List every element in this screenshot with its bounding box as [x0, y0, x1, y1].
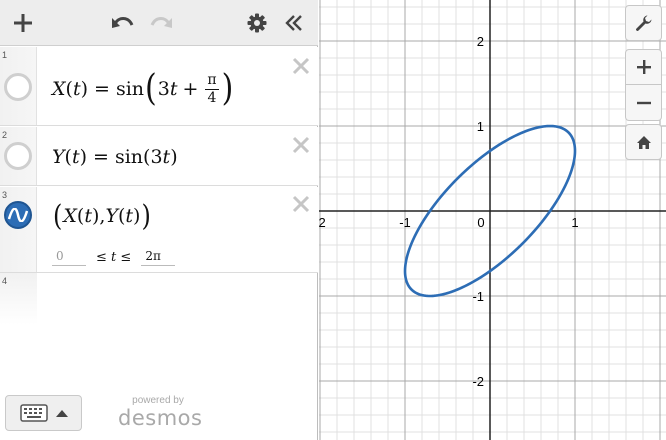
sin-function: sin: [114, 146, 144, 168]
expression-math-2[interactable]: Y(t) = sin(3 t): [52, 143, 178, 171]
double-chevron-left-icon: [285, 15, 302, 31]
wave-icon: [8, 208, 28, 222]
plus-icon: [14, 14, 32, 32]
function-variable: t: [72, 78, 81, 100]
desmos-branding[interactable]: powered by desmos: [118, 395, 203, 430]
y-tick-label: 2: [477, 34, 484, 49]
expression-math-1[interactable]: X(t) = sin ( 3t + π 4 ): [52, 69, 234, 109]
expression-gutter: 4: [0, 273, 37, 325]
variable: t: [84, 205, 92, 227]
caret-up-icon: [55, 410, 68, 417]
minus-icon: [636, 101, 651, 104]
expression-toolbar: [0, 0, 318, 46]
expression-row-3[interactable]: 3 ( X(t), Y(t) ) 0 ≤ t ≤ 2π: [0, 187, 318, 273]
expression-row-2[interactable]: 2 Y(t) = sin(3 t): [0, 127, 318, 186]
graph-settings-button[interactable]: [625, 5, 662, 41]
plus-sign: +: [182, 78, 199, 100]
redo-icon: [150, 17, 172, 28]
expression-gutter: 2: [0, 127, 37, 185]
wrench-icon: [635, 15, 651, 31]
plus-icon: [636, 60, 651, 74]
expression-gutter: 1: [0, 47, 37, 125]
y-function-name: Y: [105, 205, 118, 227]
domain-inequality: ≤ t ≤: [96, 250, 132, 265]
home-icon: [636, 135, 651, 149]
graph-canvas[interactable]: -2 -1 0 1 2 1 -1 -2: [319, 0, 666, 440]
expression-row-4[interactable]: 4: [0, 273, 318, 325]
powered-by-text: powered by: [132, 395, 184, 406]
coefficient: 3: [157, 78, 170, 100]
x-tick-label: -1: [399, 215, 411, 230]
y-tick-label: -1: [472, 289, 484, 304]
coefficient: 3: [150, 146, 163, 168]
y-tick-label: -2: [472, 374, 484, 389]
gear-icon: [247, 13, 267, 33]
undo-button[interactable]: [108, 0, 138, 46]
keyboard-icon: [19, 404, 48, 422]
domain-min-input[interactable]: 0: [52, 249, 86, 266]
redo-button[interactable]: [146, 0, 176, 46]
expression-gutter: 3: [0, 187, 37, 272]
variable: t: [169, 78, 178, 100]
minor-gridlines: [319, 0, 666, 440]
expression-number: 4: [2, 276, 8, 286]
desmos-logo: desmos: [118, 406, 203, 430]
variable: t: [125, 205, 134, 227]
add-item-button[interactable]: [8, 0, 38, 46]
expression-panel: 1 X(t) = sin ( 3t + π 4 ) 2 Y(t) = sin (…: [0, 0, 318, 440]
undo-icon: [112, 17, 134, 28]
parameter-domain: 0 ≤ t ≤ 2π: [52, 249, 176, 266]
delete-expression-icon[interactable]: [292, 195, 310, 213]
domain-max-input[interactable]: 2π: [141, 249, 176, 266]
expression-math-3[interactable]: ( X(t), Y(t) ): [52, 201, 152, 231]
expression-number: 1: [2, 50, 8, 60]
function-variable: t: [71, 146, 80, 168]
settings-button[interactable]: [244, 0, 270, 46]
delete-expression-icon[interactable]: [292, 136, 310, 154]
graph-paper[interactable]: -2 -1 0 1 2 1 -1 -2: [319, 0, 666, 440]
graph-toggle-off-icon[interactable]: [4, 73, 32, 101]
fraction-numerator: π: [205, 71, 219, 90]
zoom-out-button[interactable]: [625, 85, 662, 121]
x-tick-label: -2: [319, 215, 326, 230]
fraction-denominator: 4: [207, 89, 217, 106]
zoom-in-button[interactable]: [625, 49, 662, 85]
graph-toggle-off-icon[interactable]: [4, 142, 32, 170]
function-name: X: [52, 78, 66, 100]
expression-row-1[interactable]: 1 X(t) = sin ( 3t + π 4 ): [0, 47, 318, 126]
x-tick-label: 0: [477, 215, 484, 230]
variable: t: [162, 146, 171, 168]
expression-number: 3: [2, 190, 8, 200]
delete-expression-icon[interactable]: [292, 57, 310, 75]
fraction: π 4: [205, 71, 219, 107]
x-function-name: X: [63, 205, 77, 227]
parametric-curve-icon[interactable]: [4, 201, 32, 229]
x-tick-label: 1: [571, 215, 578, 230]
sin-function: sin: [115, 78, 145, 100]
function-name: Y: [52, 146, 65, 168]
collapse-panel-button[interactable]: [281, 0, 307, 46]
default-viewport-button[interactable]: [625, 124, 662, 160]
keyboard-toggle-button[interactable]: [5, 395, 82, 431]
expression-number: 2: [2, 130, 8, 140]
y-tick-label: 1: [477, 119, 484, 134]
